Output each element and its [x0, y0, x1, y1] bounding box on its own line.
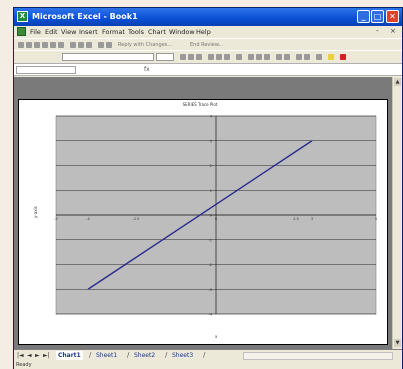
- minimize-button[interactable]: _: [357, 10, 370, 23]
- x-tick-label: 2.5: [293, 217, 299, 221]
- plot-svg: 43210-1-2-3-4-5 -4 -2.5 0 2.5 3 5: [54, 115, 377, 317]
- y-tick-label: 2: [210, 164, 212, 168]
- save-icon[interactable]: [34, 42, 40, 48]
- new-icon[interactable]: [18, 42, 24, 48]
- currency-icon[interactable]: [248, 54, 254, 60]
- comma-icon[interactable]: [264, 54, 270, 60]
- status-text: Ready: [16, 362, 32, 368]
- tab-sheet3[interactable]: Sheet3: [170, 351, 195, 360]
- outdent-icon[interactable]: [304, 54, 310, 60]
- redo-icon[interactable]: [106, 42, 112, 48]
- align-right-icon[interactable]: [224, 54, 230, 60]
- x-tick-label: -2.5: [133, 217, 140, 221]
- name-box[interactable]: [16, 66, 76, 74]
- tab-sheet2[interactable]: Sheet2: [132, 351, 157, 360]
- italic-icon[interactable]: [188, 54, 194, 60]
- bold-icon[interactable]: [180, 54, 186, 60]
- y-tick-label: 1: [210, 189, 212, 193]
- align-center-icon[interactable]: [216, 54, 222, 60]
- tab-prev-button[interactable]: ◄: [27, 352, 32, 359]
- tab-separator: /: [127, 351, 130, 359]
- chart-workspace: SERIES Trace Plot y-axis x 4 3 2 1 0 -1 -2 -3 -4…: [14, 77, 392, 349]
- workbook-icon[interactable]: [17, 27, 26, 36]
- doc-minimize-button[interactable]: -: [376, 27, 379, 35]
- preview-icon[interactable]: [50, 42, 56, 48]
- menu-format[interactable]: Format: [102, 28, 125, 36]
- menu-window[interactable]: Window: [169, 28, 195, 36]
- align-left-icon[interactable]: [208, 54, 214, 60]
- chart-area[interactable]: SERIES Trace Plot y-axis x 4 3 2 1 0 -1 -2 -3 -4…: [18, 99, 388, 345]
- menu-edit[interactable]: Edit: [45, 28, 58, 36]
- formula-bar: fx: [14, 63, 402, 76]
- percent-icon[interactable]: [256, 54, 262, 60]
- tab-last-button[interactable]: ►|: [43, 352, 50, 359]
- font-color-icon[interactable]: [340, 54, 346, 60]
- decimal-increase-icon[interactable]: [276, 54, 282, 60]
- x-tick-label: 5: [375, 217, 377, 221]
- horizontal-scrollbar[interactable]: [243, 352, 393, 360]
- fill-color-icon[interactable]: [328, 54, 334, 60]
- excel-app-icon[interactable]: X: [17, 11, 28, 22]
- x-tick-label: 3: [311, 217, 313, 221]
- menu-file[interactable]: File: [30, 28, 41, 36]
- sheet-tab-bar: |◄ ◄ ► ►| Chart1 / Sheet1 / Sheet2 / She…: [14, 349, 402, 361]
- menu-tools[interactable]: Tools: [128, 28, 144, 36]
- x-tick-label: 0: [215, 217, 217, 221]
- underline-icon[interactable]: [196, 54, 202, 60]
- fx-icon[interactable]: fx: [144, 66, 150, 73]
- menu-help[interactable]: Help: [196, 28, 211, 36]
- indent-icon[interactable]: [296, 54, 302, 60]
- paste-icon[interactable]: [86, 42, 92, 48]
- y-tick-label: 3: [210, 139, 212, 143]
- tab-separator: /: [89, 351, 92, 359]
- formatting-toolbar: [14, 50, 402, 63]
- close-button[interactable]: ✕: [386, 10, 399, 23]
- cut-icon[interactable]: [70, 42, 76, 48]
- scroll-down-arrow[interactable]: ▼: [394, 339, 401, 347]
- tab-next-button[interactable]: ►: [35, 352, 40, 359]
- tab-separator: /: [165, 351, 168, 359]
- menu-insert[interactable]: Insert: [79, 28, 98, 36]
- window-title: Microsoft Excel - Book1: [32, 12, 138, 21]
- reply-with-changes-button[interactable]: Reply with Changes...: [118, 42, 172, 48]
- font-size-combo[interactable]: [156, 53, 174, 61]
- reviewing-toolbar: Reply with Changes... End Review...: [14, 38, 402, 50]
- tab-chart1[interactable]: Chart1: [56, 351, 83, 360]
- excel-window: X Microsoft Excel - Book1 _ □ ✕ File Edi…: [13, 7, 403, 369]
- undo-icon[interactable]: [98, 42, 104, 48]
- tab-first-button[interactable]: |◄: [17, 352, 24, 359]
- status-bar: Ready: [14, 361, 402, 369]
- merge-icon[interactable]: [236, 54, 242, 60]
- y-tick-label: -3: [209, 288, 213, 292]
- menu-view[interactable]: View: [61, 28, 76, 36]
- decimal-decrease-icon[interactable]: [284, 54, 290, 60]
- end-review-button[interactable]: End Review...: [190, 42, 223, 48]
- y-tick-label: -2: [209, 263, 213, 267]
- scroll-up-arrow[interactable]: ▲: [394, 78, 401, 86]
- tab-sheet1[interactable]: Sheet1: [94, 351, 119, 360]
- font-name-combo[interactable]: [62, 53, 154, 61]
- menu-bar: File Edit View Insert Format Tools Chart…: [14, 26, 402, 38]
- maximize-button[interactable]: □: [371, 10, 384, 23]
- doc-close-button[interactable]: ×: [390, 27, 396, 35]
- open-icon[interactable]: [26, 42, 32, 48]
- title-bar[interactable]: X Microsoft Excel - Book1 _ □ ✕: [14, 8, 402, 26]
- menu-chart[interactable]: Chart: [148, 28, 166, 36]
- y-tick-label: 0: [210, 214, 212, 218]
- spelling-icon[interactable]: [58, 42, 64, 48]
- copy-icon[interactable]: [78, 42, 84, 48]
- borders-icon[interactable]: [316, 54, 322, 60]
- print-icon[interactable]: [42, 42, 48, 48]
- vertical-scrollbar[interactable]: ▲ ▼: [392, 77, 402, 349]
- x-tick-label: -5: [54, 217, 58, 221]
- y-tick-label: -1: [209, 238, 213, 242]
- tab-separator: /: [203, 351, 206, 359]
